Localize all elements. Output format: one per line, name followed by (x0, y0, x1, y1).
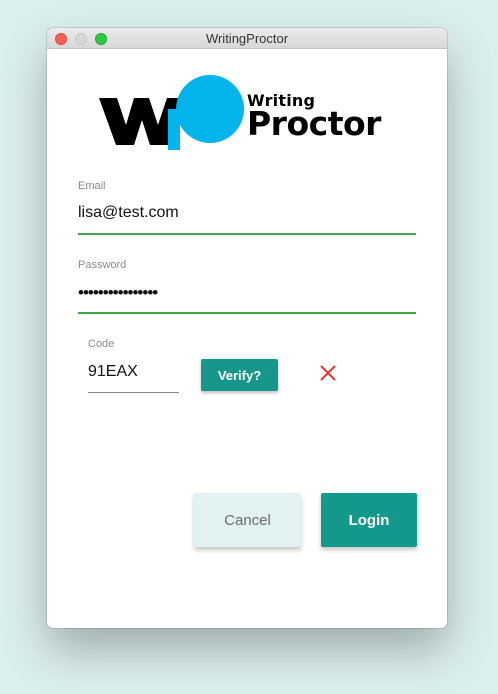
code-label: Code (88, 338, 115, 350)
code-field[interactable]: 91EAX (88, 363, 138, 381)
desktop-background: WritingProctor WP Writing Proctor Email … (0, 0, 498, 694)
verify-button[interactable]: Verify? (201, 359, 278, 391)
email-label: Email (78, 180, 106, 192)
window-title: WritingProctor (205, 31, 289, 46)
password-underline (78, 312, 416, 314)
password-label: Password (78, 259, 127, 271)
close-icon[interactable] (319, 364, 337, 382)
code-underline (88, 392, 179, 393)
login-button[interactable]: Login (321, 493, 417, 547)
cancel-button[interactable]: Cancel (194, 493, 301, 547)
email-underline (78, 233, 416, 235)
window-titlebar[interactable]: WritingProctor (47, 28, 447, 49)
email-field[interactable]: lisa@test.com (78, 204, 179, 222)
wp-logo-mark: WP (99, 75, 244, 150)
login-window: WritingProctor WP Writing Proctor Email … (47, 28, 447, 628)
writingproctor-logo: WP Writing Proctor (99, 74, 399, 154)
password-field[interactable]: •••••••••••••••• (78, 283, 158, 303)
logo-proctor-text: Proctor (247, 104, 381, 143)
